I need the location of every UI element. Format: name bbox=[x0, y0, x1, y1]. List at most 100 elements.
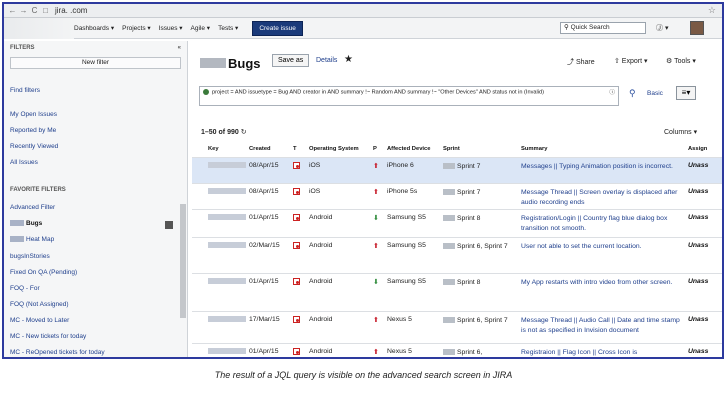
export-button[interactable]: ⇧ Export ▾ bbox=[614, 57, 648, 65]
bug-type-icon bbox=[293, 214, 300, 223]
table-row[interactable]: 01/Apr/15 Android ⬇ Samsung S5 Sprint 8 My Ap… bbox=[192, 273, 722, 311]
priority-up-arrow-icon: ⬆ bbox=[373, 243, 379, 250]
issue-key[interactable] bbox=[208, 278, 246, 286]
summary-link[interactable]: Message Thread || Audio Call || Date and… bbox=[521, 316, 685, 335]
jira-logo[interactable] bbox=[4, 17, 74, 39]
filter-reported-by-me[interactable]: Reported by Me bbox=[10, 127, 56, 134]
query-help-icon[interactable]: ⓘ bbox=[609, 90, 615, 98]
table-row[interactable]: 17/Mar/15 Android ⬆ Nexus 5 Sprint 6, Sprint… bbox=[192, 311, 722, 343]
bookmark-star-icon[interactable]: ☆ bbox=[708, 5, 716, 16]
fav-filter-advanced[interactable]: Advanced Filter bbox=[10, 204, 55, 211]
valid-query-icon bbox=[203, 89, 209, 95]
screenshot-frame: ← → C □ jira. .com ☆ Dashboards ▾ Projec… bbox=[2, 2, 724, 359]
col-sprint[interactable]: Sprint bbox=[443, 146, 460, 152]
summary-link[interactable]: User not able to set the current locatio… bbox=[521, 242, 685, 252]
menu-tests[interactable]: Tests ▾ bbox=[218, 24, 238, 32]
issue-key[interactable] bbox=[208, 242, 246, 250]
address-bar[interactable]: jira. .com bbox=[55, 6, 708, 15]
menu-issues[interactable]: Issues ▾ bbox=[159, 24, 183, 32]
col-type[interactable]: T bbox=[293, 146, 297, 152]
operating-system: Android bbox=[309, 278, 333, 285]
filter-recently-viewed[interactable]: Recently Viewed bbox=[10, 143, 58, 150]
col-key[interactable]: Key bbox=[208, 146, 219, 152]
col-device[interactable]: Affected Device bbox=[387, 146, 431, 152]
col-summary[interactable]: Summary bbox=[521, 146, 547, 152]
menu-agile[interactable]: Agile ▾ bbox=[191, 24, 211, 32]
save-as-button[interactable]: Save as bbox=[272, 54, 310, 67]
fav-filter-heat-map[interactable]: Heat Map bbox=[10, 236, 54, 243]
priority-up-arrow-icon: ⬆ bbox=[373, 317, 379, 324]
summary-link[interactable]: My App restarts with intro video from ot… bbox=[521, 278, 685, 288]
summary-link[interactable]: Message Thread || Screen overlay is disp… bbox=[521, 188, 685, 207]
fav-filter-fixed-on-qa[interactable]: Fixed On QA (Pending) bbox=[10, 269, 77, 276]
table-row[interactable]: 08/Apr/15 iOS ⬆ iPhone 5s Sprint 7 Message Th… bbox=[192, 183, 722, 209]
forward-icon[interactable]: → bbox=[19, 6, 28, 15]
find-filters-link[interactable]: Find filters bbox=[10, 87, 40, 94]
issue-key[interactable] bbox=[208, 348, 246, 356]
operating-system: iOS bbox=[309, 188, 321, 195]
filter-my-open-issues[interactable]: My Open Issues bbox=[10, 111, 57, 118]
assignee: Unass bbox=[688, 188, 709, 195]
issue-key[interactable] bbox=[208, 162, 246, 170]
affected-device: Nexus 5 bbox=[387, 316, 412, 323]
summary-link[interactable]: Messages || Typing Animation position is… bbox=[521, 162, 685, 172]
fav-filter-bugs[interactable]: Bugs bbox=[10, 220, 42, 227]
bug-type-icon bbox=[293, 162, 300, 171]
refresh-icon[interactable]: ↻ bbox=[241, 129, 247, 136]
table-row[interactable]: 02/Mar/15 Android ⬆ Samsung S5 Sprint 6, Spr… bbox=[192, 237, 722, 273]
help-icon[interactable]: Ⓙ ▾ bbox=[656, 23, 668, 33]
search-icon[interactable]: ⚲ bbox=[629, 88, 636, 99]
share-button[interactable]: ⤴ Share bbox=[567, 57, 595, 67]
fav-filter-foq-not-assigned[interactable]: FOQ (Not Assigned) bbox=[10, 301, 69, 308]
col-assignee[interactable]: Assign bbox=[688, 146, 707, 152]
fav-filter-mc-moved[interactable]: MC - Moved to Later bbox=[10, 317, 69, 324]
issue-key[interactable] bbox=[208, 188, 246, 196]
col-created[interactable]: Created bbox=[249, 146, 271, 152]
col-priority[interactable]: P bbox=[373, 146, 377, 152]
sidebar-scrollbar[interactable] bbox=[180, 204, 186, 318]
created-date: 02/Mar/15 bbox=[249, 242, 280, 249]
fav-filter-mc-reopened[interactable]: MC - ReOpened tickets for today bbox=[10, 349, 105, 356]
tools-button[interactable]: ⚙ Tools ▾ bbox=[666, 57, 696, 65]
reload-icon[interactable]: C bbox=[30, 6, 39, 15]
table-row[interactable]: 01/Apr/15 Android ⬇ Samsung S5 Sprint 8 Regis… bbox=[192, 209, 722, 237]
summary-link[interactable]: Registration/Login || Country flag blue … bbox=[521, 214, 685, 233]
list-view-menu-icon[interactable]: ≡▾ bbox=[676, 86, 696, 100]
collapse-sidebar-icon[interactable]: « bbox=[178, 45, 181, 51]
table-row[interactable]: 01/Apr/15 Android ⬆ Nexus 5 Sprint 6, Registr… bbox=[192, 343, 722, 357]
bug-type-icon bbox=[293, 348, 300, 357]
create-issue-button[interactable]: Create issue bbox=[252, 20, 303, 36]
col-os[interactable]: Operating System bbox=[309, 146, 359, 152]
details-link[interactable]: Details bbox=[316, 57, 337, 64]
priority-up-arrow-icon: ⬆ bbox=[373, 189, 379, 196]
sprint-label: Sprint 7 bbox=[457, 163, 481, 170]
menu-projects[interactable]: Projects ▾ bbox=[122, 24, 151, 32]
search-results-panel: Bugs Save as Details ★ ⤴ Share ⇧ Export … bbox=[192, 41, 722, 357]
basic-search-link[interactable]: Basic bbox=[647, 90, 663, 97]
avatar[interactable] bbox=[690, 21, 704, 35]
figure-caption: The result of a JQL query is visible on … bbox=[214, 370, 513, 380]
issue-key[interactable] bbox=[208, 316, 246, 324]
created-date: 08/Apr/15 bbox=[249, 162, 279, 169]
filter-all-issues[interactable]: All Issues bbox=[10, 159, 38, 166]
issue-key[interactable] bbox=[208, 214, 246, 222]
back-icon[interactable]: ← bbox=[8, 6, 17, 15]
columns-button[interactable]: Columns ▾ bbox=[664, 128, 697, 136]
fav-filter-foq-for[interactable]: FOQ - For bbox=[10, 285, 40, 292]
jql-query-text: project = AND issuetype = Bug AND creato… bbox=[212, 89, 544, 96]
summary-link[interactable]: Registraion || Flag Icon || Cross Icon i… bbox=[521, 348, 685, 357]
bug-type-icon bbox=[293, 278, 300, 287]
table-row[interactable]: 08/Apr/15 iOS ⬆ iPhone 6 Sprint 7 Messages ||… bbox=[192, 157, 722, 183]
fav-filter-mc-new[interactable]: MC - New tickets for today bbox=[10, 333, 86, 340]
filter-options-icon[interactable] bbox=[165, 221, 173, 229]
jql-query-input[interactable]: project = AND issuetype = Bug AND creato… bbox=[199, 86, 619, 106]
assignee: Unass bbox=[688, 316, 709, 323]
new-filter-button[interactable]: New filter bbox=[10, 57, 181, 69]
sprint: Sprint 8 bbox=[443, 278, 513, 287]
browser-toolbar: ← → C □ jira. .com ☆ bbox=[4, 4, 722, 18]
favorite-star-icon[interactable]: ★ bbox=[344, 54, 353, 65]
menu-dashboards[interactable]: Dashboards ▾ bbox=[74, 24, 114, 32]
fav-filter-bugsinstories[interactable]: bugsInStories bbox=[10, 253, 50, 260]
page-icon: □ bbox=[43, 6, 48, 15]
quick-search-input[interactable]: ⚲ Quick Search bbox=[560, 22, 646, 34]
